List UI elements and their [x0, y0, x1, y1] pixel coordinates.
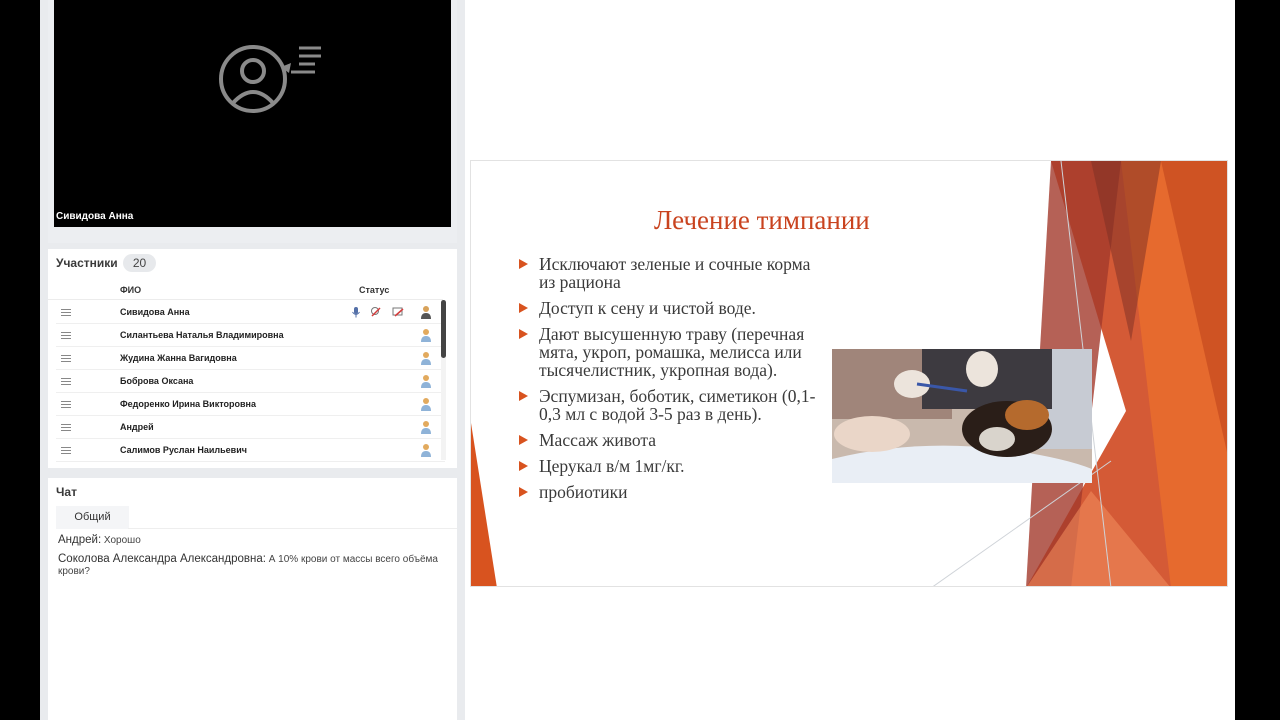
- participant-name: Федоренко Ирина Викторовна: [120, 399, 256, 409]
- chat-panel: Чат Общий Андрей: Хорошо Соколова Алекса…: [48, 478, 457, 720]
- microphone-icon[interactable]: [350, 306, 362, 318]
- participants-table-header: ФИО Статус: [48, 282, 443, 300]
- participant-row[interactable]: Федоренко Ирина Викторовна: [56, 393, 445, 416]
- slide-bullet: Дают высушенную траву (перечная мята, ук…: [519, 325, 829, 379]
- participant-name: Салимов Руслан Наильевич: [120, 445, 247, 455]
- drag-handle-icon[interactable]: [61, 309, 71, 316]
- slide-bullet: Исключают зеленые и сочные корма из раци…: [519, 255, 829, 291]
- participant-row[interactable]: Андрей: [56, 416, 445, 439]
- slide-bullet: пробиотики: [519, 483, 829, 501]
- screen-share-icon[interactable]: [392, 306, 404, 318]
- chat-message: Андрей: Хорошо: [58, 534, 443, 547]
- slide-bullet-list: Исключают зеленые и сочные корма из раци…: [519, 255, 829, 509]
- attendee-icon: [421, 329, 431, 342]
- participants-title: Участники: [56, 256, 118, 270]
- slide-bullet: Доступ к сену и чистой воде.: [519, 299, 829, 317]
- participants-count-badge: 20: [123, 254, 156, 272]
- drag-handle-icon[interactable]: [61, 447, 71, 454]
- participant-name: Андрей: [120, 422, 154, 432]
- participants-scrollbar[interactable]: [441, 300, 446, 460]
- participant-row[interactable]: Силантьева Наталья Владимировна: [56, 324, 445, 347]
- chat-message-author: Андрей:: [58, 534, 102, 546]
- participant-row[interactable]: Жудина Жанна Вагидовна: [56, 347, 445, 370]
- participants-panel: Участники 20 ФИО Статус Сивидова Анна Си…: [48, 249, 457, 468]
- chat-message: Соколова Александра Александровна: А 10%…: [58, 553, 443, 578]
- attendee-icon: [421, 421, 431, 434]
- participant-row[interactable]: Сивидова Анна: [56, 301, 445, 324]
- participant-row[interactable]: Боброва Оксана: [56, 370, 445, 393]
- participant-row[interactable]: Салимов Руслан Наильевич: [56, 439, 445, 462]
- slide-bullet: Церукал в/м 1мг/кг.: [519, 457, 829, 475]
- slide-bullet: Эспумизан, боботик, симетикон (0,1-0,3 м…: [519, 387, 829, 423]
- drag-handle-icon[interactable]: [61, 355, 71, 362]
- column-header-name: ФИО: [120, 285, 142, 295]
- chat-title: Чат: [56, 485, 77, 499]
- participant-name: Силантьева Наталья Владимировна: [120, 330, 284, 340]
- slide-bullet: Массаж живота: [519, 431, 829, 449]
- chat-message-text: Хорошо: [101, 535, 141, 546]
- presentation-slide: Лечение тимпании Исключают зеленые и соч…: [470, 160, 1228, 587]
- drag-handle-icon[interactable]: [61, 401, 71, 408]
- video-feed[interactable]: Сивидова Анна: [54, 0, 451, 227]
- attendee-icon: [421, 444, 431, 457]
- video-speaker-name: Сивидова Анна: [56, 211, 134, 222]
- video-panel: Сивидова Анна: [48, 0, 457, 243]
- camera-off-icon[interactable]: [370, 306, 382, 318]
- guinea-pig-treatment-photo: [832, 349, 1092, 483]
- drag-handle-icon[interactable]: [61, 378, 71, 385]
- drag-handle-icon[interactable]: [61, 332, 71, 339]
- participant-name: Жудина Жанна Вагидовна: [120, 353, 237, 363]
- person-speaking-icon: [219, 45, 321, 113]
- chat-tab-general[interactable]: Общий: [56, 506, 129, 529]
- column-header-status: Статус: [359, 285, 390, 295]
- attendee-icon: [421, 398, 431, 411]
- participant-name: Сивидова Анна: [120, 307, 190, 317]
- participant-name: Боброва Оксана: [120, 376, 194, 386]
- scrollbar-thumb[interactable]: [441, 300, 446, 358]
- chat-message-author: Соколова Александра Александровна:: [58, 553, 266, 565]
- presenter-icon: [421, 306, 431, 319]
- attendee-icon: [421, 352, 431, 365]
- tab-divider: [128, 528, 457, 529]
- attendee-icon: [421, 375, 431, 388]
- drag-handle-icon[interactable]: [61, 424, 71, 431]
- slide-title: Лечение тимпании: [654, 205, 870, 235]
